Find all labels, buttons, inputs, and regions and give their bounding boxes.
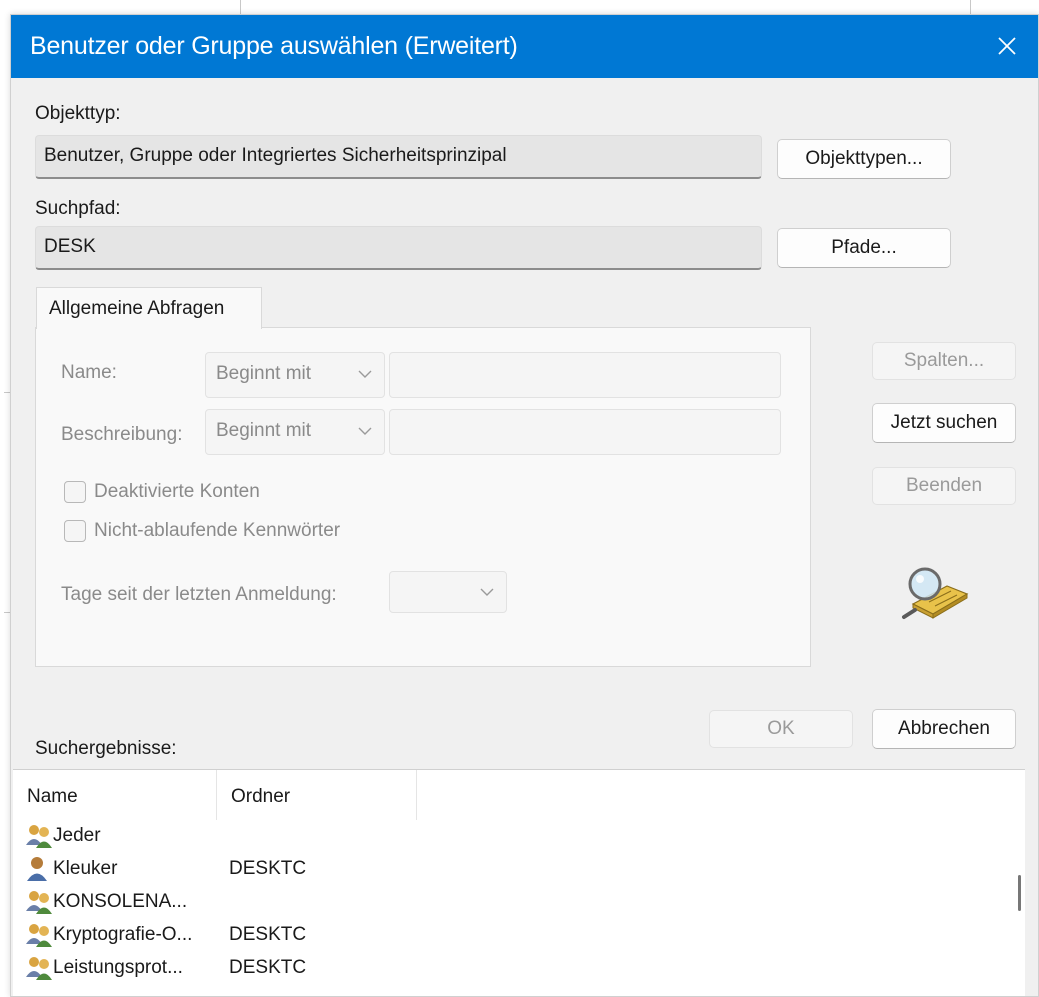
- description-operator-value: Beginnt mit: [216, 420, 312, 441]
- disabled-accounts-checkbox-row[interactable]: Deaktivierte Konten: [64, 481, 260, 503]
- result-folder: DESKTC: [229, 924, 307, 945]
- list-item[interactable]: Leistungsprot... DESKTC: [13, 952, 1003, 985]
- non-expiring-passwords-checkbox-row[interactable]: Nicht-ablaufende Kennwörter: [64, 520, 340, 542]
- column-header-folder[interactable]: Ordner: [217, 770, 417, 820]
- columns-button[interactable]: Spalten...: [872, 342, 1016, 380]
- search-path-field: DESK: [35, 226, 762, 270]
- group-icon: [26, 957, 52, 980]
- tab-common-queries[interactable]: Allgemeine Abfragen: [36, 287, 262, 329]
- description-input[interactable]: [389, 409, 781, 455]
- search-results-label: Suchergebnisse:: [35, 738, 177, 759]
- ok-button[interactable]: OK: [709, 710, 853, 748]
- group-icon: [26, 825, 52, 848]
- group-icon: [26, 891, 52, 914]
- name-input[interactable]: [389, 352, 781, 398]
- close-button[interactable]: [986, 25, 1028, 67]
- object-types-button[interactable]: Objekttypen...: [777, 139, 951, 179]
- list-item[interactable]: KONSOLENA...: [13, 886, 1003, 919]
- result-name: Kleuker: [53, 858, 118, 879]
- disabled-accounts-label: Deaktivierte Konten: [94, 481, 260, 502]
- background-window-edge: [240, 0, 241, 14]
- chevron-down-icon: [358, 370, 372, 378]
- object-type-field: Benutzer, Gruppe oder Integriertes Siche…: [35, 135, 762, 179]
- chevron-down-icon: [480, 588, 494, 596]
- dialog-title: Benutzer oder Gruppe auswählen (Erweiter…: [30, 32, 518, 60]
- result-name: Jeder: [53, 825, 101, 846]
- days-since-logon-select[interactable]: [389, 571, 507, 613]
- non-expiring-passwords-label: Nicht-ablaufende Kennwörter: [94, 520, 341, 541]
- close-icon: [998, 37, 1016, 55]
- result-name: Leistungsprot...: [53, 957, 183, 978]
- user-icon: [27, 857, 47, 881]
- description-operator-select[interactable]: Beginnt mit: [205, 409, 385, 455]
- search-path-label: Suchpfad:: [35, 198, 121, 219]
- cancel-button[interactable]: Abbrechen: [872, 709, 1016, 749]
- title-bar: Benutzer oder Gruppe auswählen (Erweiter…: [11, 15, 1038, 78]
- result-name: KONSOLENA...: [53, 891, 188, 912]
- result-name: Kryptografie-O...: [53, 924, 193, 945]
- name-operator-value: Beginnt mit: [216, 363, 312, 384]
- list-item[interactable]: Jeder: [13, 820, 1003, 853]
- search-results-list[interactable]: Name Ordner Jeder Kleuker DESKTC KONSOLE…: [13, 769, 1025, 996]
- paths-button[interactable]: Pfade...: [777, 228, 951, 268]
- background-window-edge: [970, 0, 971, 14]
- chevron-down-icon: [358, 427, 372, 435]
- name-operator-select[interactable]: Beginnt mit: [205, 352, 385, 398]
- non-expiring-passwords-checkbox[interactable]: [64, 520, 86, 542]
- result-folder: DESKTC: [229, 957, 307, 978]
- group-icon: [26, 924, 52, 947]
- list-item[interactable]: Kryptografie-O... DESKTC: [13, 919, 1003, 952]
- list-item[interactable]: Kleuker DESKTC: [13, 853, 1003, 886]
- description-label: Beschreibung:: [61, 424, 183, 445]
- column-header-name[interactable]: Name: [13, 770, 217, 820]
- stop-button[interactable]: Beenden: [872, 467, 1016, 505]
- days-since-logon-label: Tage seit der letzten Anmeldung:: [61, 584, 337, 605]
- disabled-accounts-checkbox[interactable]: [64, 481, 86, 503]
- results-scrollbar[interactable]: [1018, 875, 1021, 911]
- result-folder: DESKTC: [229, 858, 307, 879]
- search-now-button[interactable]: Jetzt suchen: [872, 403, 1016, 443]
- name-label: Name:: [61, 362, 117, 383]
- common-queries-panel: Name: Beginnt mit Beschreibung: Beginnt …: [35, 327, 811, 667]
- object-type-label: Objekttyp:: [35, 103, 121, 124]
- select-user-dialog: Benutzer oder Gruppe auswählen (Erweiter…: [10, 14, 1039, 997]
- search-directory-icon: [902, 567, 969, 619]
